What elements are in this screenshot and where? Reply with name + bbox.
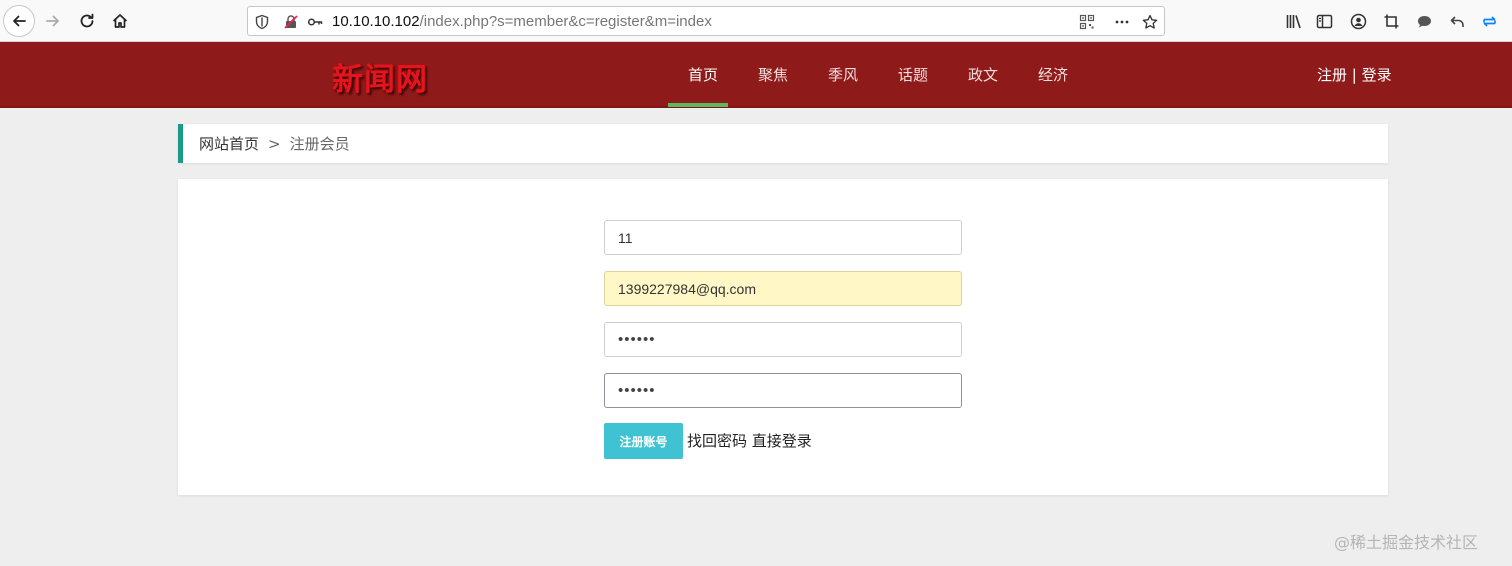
breadcrumb: 网站首页 > 注册会员 [178, 124, 1388, 163]
nav-item-monsoon[interactable]: 季风 [808, 42, 878, 106]
reload-button[interactable] [72, 6, 102, 36]
insecure-lock-icon[interactable] [281, 12, 301, 32]
auth-links: 注册 | 登录 [1317, 64, 1392, 85]
sidebar-icon[interactable] [1314, 11, 1334, 31]
username-input[interactable]: 11 [604, 220, 962, 255]
screenshot-crop-icon[interactable] [1381, 11, 1401, 31]
password-input[interactable]: •••••• [604, 322, 962, 357]
arrow-right-icon [46, 15, 59, 27]
breadcrumb-separator: > [268, 134, 281, 153]
url-host: 10.10.10.102 [332, 13, 420, 30]
home-button[interactable] [105, 6, 135, 36]
qr-code-icon[interactable] [1077, 12, 1097, 32]
site-logo[interactable]: 新闻网 [332, 54, 428, 99]
arrow-left-icon [13, 15, 26, 27]
chat-bubble-icon[interactable] [1414, 11, 1434, 31]
register-link[interactable]: 注册 [1317, 66, 1347, 84]
back-button[interactable] [3, 5, 35, 37]
breadcrumb-current: 注册会员 [289, 135, 350, 153]
register-panel: 11 1399227984@qq.com •••••• •••••• 注册账号 … [178, 179, 1388, 495]
nav-item-home[interactable]: 首页 [668, 42, 738, 107]
nav-item-economy[interactable]: 经济 [1018, 42, 1088, 106]
nav-item-focus[interactable]: 聚焦 [738, 42, 808, 106]
reload-icon [80, 13, 94, 28]
form-links: 找回密码 直接登录 [687, 430, 812, 451]
sync-tab-icon[interactable] [1479, 11, 1499, 31]
key-icon[interactable] [305, 12, 325, 32]
url-text[interactable]: 10.10.10.102/index.php?s=member&c=regist… [332, 13, 712, 30]
main-nav: 首页 聚焦 季风 话题 政文 经济 [668, 42, 1088, 107]
library-icon[interactable] [1283, 11, 1303, 31]
home-icon [112, 14, 128, 28]
bookmark-star-icon[interactable] [1140, 12, 1160, 32]
account-icon[interactable] [1348, 11, 1368, 31]
watermark: @稀土掘金技术社区 [1334, 533, 1479, 552]
url-path: /index.php?s=member&c=register&m=index [419, 13, 712, 30]
email-input[interactable]: 1399227984@qq.com [604, 271, 962, 306]
confirm-password-input[interactable]: •••••• [604, 373, 962, 408]
undo-icon[interactable] [1447, 11, 1467, 31]
breadcrumb-home-link[interactable]: 网站首页 [199, 133, 259, 154]
forward-button[interactable] [38, 6, 68, 36]
find-password-link[interactable]: 找回密码 [687, 432, 747, 450]
nav-item-topics[interactable]: 话题 [878, 42, 948, 106]
browser-toolbar: 10.10.10.102/index.php?s=member&c=regist… [0, 0, 1512, 42]
auth-separator: | [1351, 66, 1357, 84]
url-bar[interactable]: 10.10.10.102/index.php?s=member&c=regist… [247, 6, 1165, 36]
shield-icon[interactable] [252, 12, 272, 32]
more-actions-icon[interactable] [1112, 12, 1132, 32]
register-submit-button[interactable]: 注册账号 [604, 423, 683, 459]
nav-item-politics[interactable]: 政文 [948, 42, 1018, 106]
site-header: 新闻网 首页 聚焦 季风 话题 政文 经济 注册 | 登录 [0, 42, 1512, 108]
login-link[interactable]: 登录 [1362, 66, 1392, 84]
direct-login-link[interactable]: 直接登录 [752, 432, 812, 450]
